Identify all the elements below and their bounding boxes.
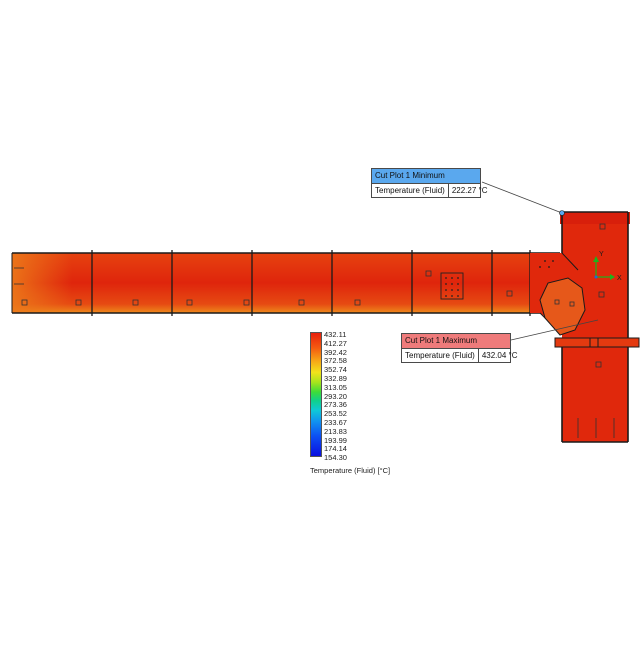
legend-tick-label: 273.36	[324, 400, 347, 410]
legend-tick-label: 154.30	[324, 453, 347, 463]
legend-tick-label: 174.14	[324, 444, 347, 454]
cut-plot-minimum-callout[interactable]: Cut Plot 1 Minimum Temperature (Fluid) 2…	[371, 168, 487, 198]
callout-maximum-value: 432.04 °C	[481, 351, 518, 360]
callout-maximum-label: Temperature (Fluid)	[402, 349, 479, 362]
legend-tick-label: 213.83	[324, 426, 347, 436]
axis-x-label: X	[617, 275, 622, 282]
cfd-viewport[interactable]: X Y Cut Plot 1 Minimum Temperature (Flui…	[0, 0, 643, 643]
legend-tick-label: 352.74	[324, 365, 347, 375]
cut-plot-model: X Y	[11, 181, 640, 443]
legend-tick-label: 233.67	[324, 418, 347, 427]
legend-tick-label: 332.89	[324, 374, 347, 383]
legend-tick-label: 432.11	[324, 330, 347, 339]
legend-tick-label: 193.99	[324, 435, 347, 445]
legend-tick-label: 313.05	[324, 382, 347, 392]
horizontal-duct	[11, 250, 560, 316]
callout-minimum-title: Cut Plot 1 Minimum	[372, 169, 480, 184]
legend-tick-label: 412.27	[324, 338, 347, 348]
legend-tick-label: 372.58	[324, 356, 347, 366]
callout-minimum-label: Temperature (Fluid)	[372, 184, 449, 197]
legend-tick-label: 392.42	[324, 347, 347, 357]
legend-tick-label: 253.52	[324, 409, 347, 419]
axis-y-label: Y	[599, 251, 604, 258]
legend-title: Temperature (Fluid) [°C]	[310, 466, 391, 475]
vertical-duct	[530, 211, 640, 443]
temperature-legend[interactable]: 432.11 412.27 392.42 372.58 352.74 332.89 313.…	[308, 330, 398, 480]
legend-tick-label: 293.20	[324, 391, 347, 401]
callout-minimum-value: 222.27 °C	[451, 186, 488, 195]
callout-maximum-row: Temperature (Fluid) 432.04 °C	[402, 349, 517, 362]
minimum-probe-marker	[559, 210, 565, 216]
cut-plot-maximum-callout[interactable]: Cut Plot 1 Maximum Temperature (Fluid) 4…	[401, 333, 517, 363]
legend-color-bar	[310, 332, 322, 457]
callout-maximum-title: Cut Plot 1 Maximum	[402, 334, 510, 349]
callout-minimum-row: Temperature (Fluid) 222.27 °C	[372, 184, 487, 197]
